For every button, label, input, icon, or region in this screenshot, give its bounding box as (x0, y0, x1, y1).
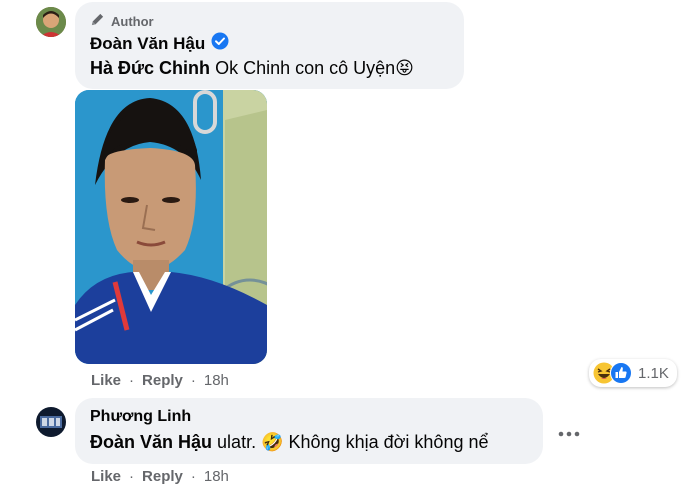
comment2-author-row: Phương Linh (90, 408, 191, 426)
avatar-comment1[interactable] (36, 7, 66, 37)
separator: · (190, 372, 196, 389)
comment2-emoji: 🤣 (261, 432, 284, 452)
comment1-photo[interactable] (75, 90, 267, 364)
separator: · (129, 468, 135, 485)
comment2-mention[interactable]: Đoàn Văn Hậu (90, 432, 212, 452)
comment2-like-button[interactable]: Like (91, 468, 121, 485)
comment2-text: Đoàn Văn Hậu ulatr. 🤣 Không khịa đời khô… (90, 432, 488, 453)
more-options-icon[interactable] (558, 418, 580, 444)
avatar-image (36, 407, 66, 437)
comment1-body: Ok Chinh con cô Uyện (215, 58, 396, 78)
comment2-actions: Like · Reply · 18h (91, 468, 229, 485)
comment2-author-name[interactable]: Phương Linh (90, 408, 191, 426)
comment2-reply-button[interactable]: Reply (142, 468, 183, 485)
comment2-bubble: Phương Linh Đoàn Văn Hậu ulatr. 🤣 Không … (75, 398, 543, 464)
reactions-count: 1.1K (638, 364, 669, 382)
comment1-author-row: Đoàn Văn Hậu (90, 32, 229, 55)
comment2-body: ulatr. (217, 432, 257, 452)
comment1-bubble: Author Đoàn Văn Hậu Hà Đức Chinh Ok Chin… (75, 2, 464, 89)
separator: · (129, 372, 135, 389)
comment1-reactions[interactable]: 1.1K (589, 359, 677, 387)
like-reaction-icon (610, 362, 632, 384)
author-badge-label: Author (111, 13, 154, 29)
comment1-actions: Like · Reply · 18h (91, 372, 229, 389)
avatar-comment2[interactable] (36, 407, 66, 437)
comment1-author-name[interactable]: Đoàn Văn Hậu (90, 34, 205, 54)
comment1-like-button[interactable]: Like (91, 372, 121, 389)
comment1-reply-button[interactable]: Reply (142, 372, 183, 389)
separator: · (190, 468, 196, 485)
author-badge-row: Author (90, 12, 154, 30)
avatar-image (36, 7, 66, 37)
comment1-emoji: 😝 (395, 58, 414, 78)
comment1-text: Hà Đức Chinh Ok Chinh con cô Uyện😝 (90, 58, 414, 79)
comment2-timestamp[interactable]: 18h (204, 468, 229, 485)
portrait-photo (75, 90, 267, 364)
comment2-body-2: Không khịa đời không nể (288, 432, 489, 452)
comment1-mention[interactable]: Hà Đức Chinh (90, 58, 210, 78)
verified-badge-icon (211, 32, 229, 55)
pencil-icon (90, 12, 105, 30)
comment1-timestamp[interactable]: 18h (204, 372, 229, 389)
reaction-icons (593, 362, 632, 384)
